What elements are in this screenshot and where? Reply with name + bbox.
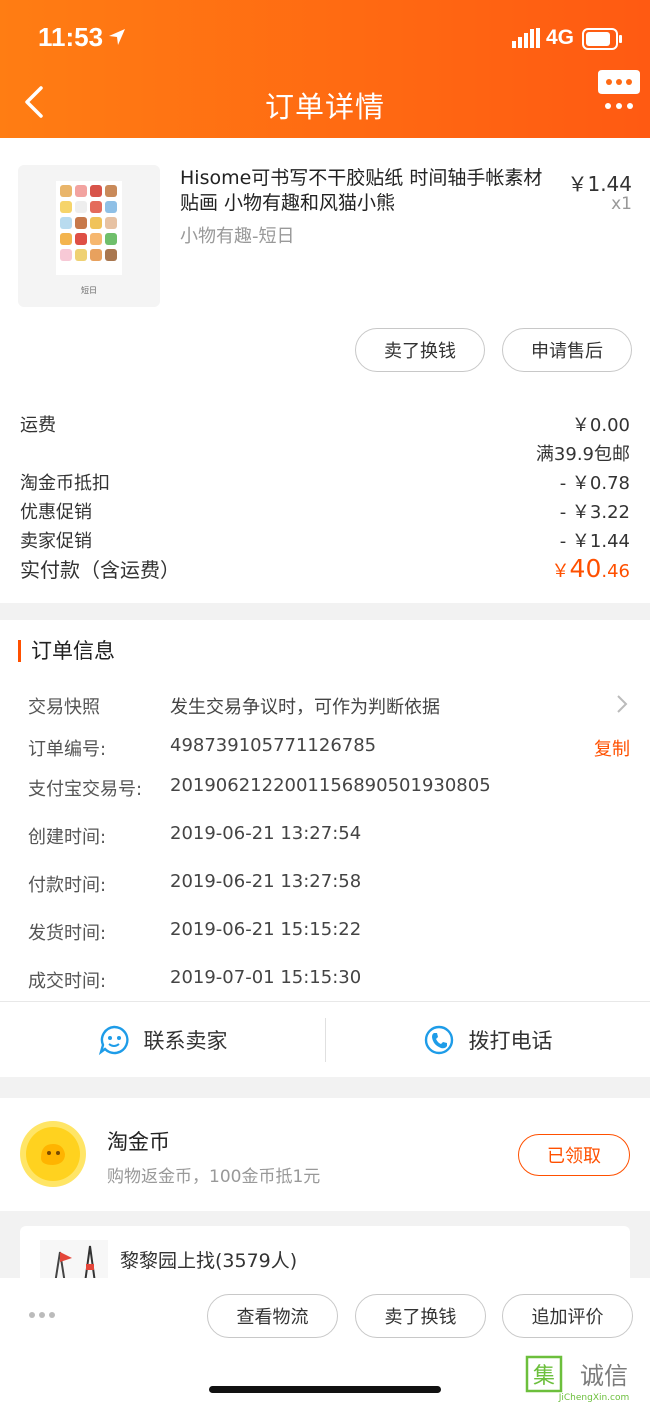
- fee-row-discount: 优惠促销 - ￥3.22: [20, 498, 630, 524]
- paid-currency: ￥: [551, 561, 570, 582]
- call-phone-label: 拨打电话: [468, 1029, 553, 1053]
- signal-icon: [512, 28, 540, 48]
- fee-value: - ￥0.78: [559, 473, 630, 494]
- fee-row-shipping: 运费 ￥0.00: [20, 411, 630, 437]
- product-section: 短日 Hisome可书写不干胶贴纸 时间轴手帐素材贴画 小物有趣和风猫小熊 小物…: [0, 138, 650, 603]
- coin-claimed-button[interactable]: 已领取: [518, 1134, 630, 1176]
- contact-bar: 联系卖家 拨打电话: [0, 1001, 650, 1077]
- paid-time-label: 付款时间:: [28, 875, 107, 896]
- sticker-sheet-image: 短日: [56, 181, 122, 295]
- shipped-time-label: 发货时间:: [28, 923, 107, 944]
- product-quantity: x1: [611, 194, 632, 214]
- chevron-right-icon[interactable]: [616, 694, 628, 714]
- phone-icon: [424, 1025, 453, 1055]
- svg-text:集: 集: [533, 1364, 555, 1389]
- fee-value: ￥0.00: [571, 415, 630, 436]
- group-name: 黎黎园上找(3579人): [120, 1250, 298, 1272]
- fee-label: 卖家促销: [20, 531, 92, 552]
- created-time-label: 创建时间:: [28, 827, 107, 848]
- product-thumbnail[interactable]: 短日: [18, 165, 160, 307]
- fee-value: 满39.9包邮: [535, 444, 630, 465]
- seller-face-icon: [98, 1025, 129, 1056]
- fee-label: 运费: [20, 415, 56, 436]
- paid-total-value: ￥40.46: [552, 554, 630, 583]
- coin-title: 淘金币: [107, 1130, 170, 1154]
- order-info-section: 订单信息 交易快照 发生交易争议时，可作为判断依据 订单编号: 49873910…: [0, 620, 650, 1077]
- taojinbi-card: 淘金币 购物返金币，100金币抵1元 已领取: [0, 1098, 650, 1211]
- fee-value: - ￥1.44: [559, 531, 630, 552]
- network-type: 4G: [546, 26, 575, 49]
- gold-coin-icon: [20, 1121, 86, 1187]
- view-logistics-button[interactable]: 查看物流: [207, 1294, 338, 1338]
- shipped-time-value: 2019-06-21 15:15:22: [170, 919, 362, 940]
- contact-seller-label: 联系卖家: [143, 1029, 228, 1053]
- fee-row-seller-promo: 卖家促销 - ￥1.44: [20, 527, 630, 553]
- page-title: 订单详情: [264, 90, 385, 124]
- add-review-button[interactable]: 追加评价: [502, 1294, 633, 1338]
- more-dots-icon[interactable]: [28, 1310, 58, 1320]
- closed-time-value: 2019-07-01 15:15:30: [170, 967, 362, 988]
- order-no-label: 订单编号:: [28, 739, 107, 760]
- group-card[interactable]: 黎黎园上找(3579人): [20, 1226, 630, 1291]
- svg-text:诚信: 诚信: [580, 1362, 628, 1390]
- snapshot-value[interactable]: 发生交易争议时，可作为判断依据: [170, 693, 440, 719]
- fee-label: 优惠促销: [20, 502, 92, 523]
- contact-seller-button[interactable]: 联系卖家: [0, 1002, 325, 1078]
- order-no-value: 498739105771126785: [170, 735, 377, 756]
- product-sku: 小物有趣-短日: [180, 226, 295, 247]
- bottom-action-bar: 查看物流 卖了换钱 追加评价 集 诚信 JiChengXin.com: [0, 1278, 650, 1406]
- watermark-logo: 集 诚信 JiChengXin.com: [525, 1355, 630, 1402]
- product-price: ￥1.44: [567, 172, 632, 196]
- alipay-no-value: 2019062122001156890501930805: [170, 775, 491, 796]
- paid-decimal: .46: [601, 561, 630, 582]
- coin-subtitle: 购物返金币，100金币抵1元: [107, 1167, 321, 1187]
- fee-row-coin-deduct: 淘金币抵扣 - ￥0.78: [20, 469, 630, 495]
- home-indicator[interactable]: [209, 1386, 441, 1393]
- created-time-value: 2019-06-21 13:27:54: [170, 823, 362, 844]
- paid-total-row: 实付款（含运费） ￥40.46: [20, 554, 630, 583]
- svg-text:JiChengXin.com: JiChengXin.com: [558, 1393, 630, 1402]
- paid-time-value: 2019-06-21 13:27:58: [170, 871, 362, 892]
- product-title[interactable]: Hisome可书写不干胶贴纸 时间轴手帐素材贴画 小物有趣和风猫小熊: [180, 166, 555, 216]
- copy-order-no-button[interactable]: 复制: [594, 735, 630, 761]
- sell-for-cash-bottom-button[interactable]: 卖了换钱: [355, 1294, 486, 1338]
- location-arrow-icon: [109, 29, 125, 45]
- status-time: 11:53: [38, 22, 104, 52]
- chat-bubble-icon[interactable]: [596, 68, 642, 112]
- paid-integer: 40: [569, 554, 602, 583]
- after-sale-button[interactable]: 申请售后: [502, 328, 632, 372]
- fee-value: - ￥3.22: [559, 502, 630, 523]
- call-phone-button[interactable]: 拨打电话: [325, 1002, 650, 1078]
- snapshot-label[interactable]: 交易快照: [28, 693, 100, 719]
- fee-row-free-shipping: 满39.9包邮: [20, 440, 630, 466]
- battery-icon: [582, 28, 622, 50]
- paid-total-label: 实付款（含运费）: [20, 558, 180, 582]
- thumb-caption: 短日: [81, 285, 97, 295]
- fee-label: 淘金币抵扣: [20, 473, 110, 494]
- closed-time-label: 成交时间:: [28, 971, 107, 992]
- order-info-title: 订单信息: [18, 640, 115, 662]
- sell-for-cash-button[interactable]: 卖了换钱: [355, 328, 485, 372]
- app-header: 11:53 4G 订单详情: [0, 0, 650, 138]
- alipay-no-label: 支付宝交易号:: [28, 779, 143, 800]
